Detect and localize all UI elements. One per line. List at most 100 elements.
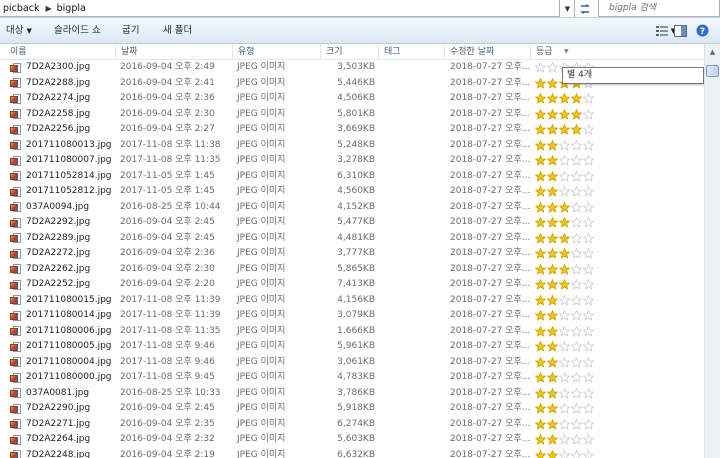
star-filled-icon[interactable] — [559, 232, 570, 244]
file-rating[interactable] — [535, 417, 595, 433]
help-button[interactable]: ? — [694, 22, 710, 39]
star-empty-icon[interactable] — [571, 232, 582, 244]
target-button[interactable]: 대상 ▼ — [6, 18, 32, 43]
file-name[interactable]: 7D2A2272.jpg — [10, 246, 90, 262]
file-name[interactable]: 7D2A2264.jpg — [10, 432, 90, 448]
star-filled-icon[interactable] — [547, 77, 558, 89]
star-filled-icon[interactable] — [547, 449, 558, 458]
new-folder-button[interactable]: 새 폴더 — [163, 18, 192, 43]
table-row[interactable]: 7D2A2258.jpg 2016-09-04 오후 2:30 JPEG 이미지 5,… — [0, 107, 704, 123]
star-empty-icon[interactable] — [583, 279, 594, 291]
star-empty-icon[interactable] — [571, 356, 582, 368]
star-filled-icon[interactable] — [535, 325, 546, 337]
column-header-date[interactable]: 날짜 — [115, 44, 232, 59]
star-filled-icon[interactable] — [535, 139, 546, 151]
star-empty-icon[interactable] — [571, 217, 582, 229]
star-empty-icon[interactable] — [559, 139, 570, 151]
table-row[interactable]: 201711080013.jpg 2017-11-08 오후 11:38 JPEG … — [0, 138, 704, 154]
star-filled-icon[interactable] — [547, 263, 558, 275]
file-name[interactable]: 7D2A2258.jpg — [10, 107, 90, 123]
file-name[interactable]: 7D2A2292.jpg — [10, 215, 90, 231]
star-filled-icon[interactable] — [535, 124, 546, 136]
table-row[interactable]: 037A0094.jpg 2016-08-25 오후 10:44 JPEG 이미지 4… — [0, 200, 704, 216]
star-empty-icon[interactable] — [583, 217, 594, 229]
star-empty-icon[interactable] — [559, 403, 570, 415]
table-row[interactable]: 7D2A2248.jpg 2016-09-04 오후 2:19 JPEG 이미지 6,… — [0, 448, 704, 458]
address-dropdown-icon[interactable]: ▼ — [561, 0, 575, 17]
star-empty-icon[interactable] — [583, 310, 594, 322]
star-filled-icon[interactable] — [535, 155, 546, 167]
star-filled-icon[interactable] — [535, 341, 546, 353]
star-empty-icon[interactable] — [535, 62, 546, 74]
file-name[interactable]: 201711080004.jpg — [10, 355, 112, 371]
breadcrumb-item-picback[interactable]: picback — [0, 3, 43, 14]
file-name[interactable]: 7D2A2290.jpg — [10, 401, 90, 417]
file-rating[interactable] — [535, 91, 595, 107]
file-rating[interactable] — [535, 339, 595, 355]
star-empty-icon[interactable] — [571, 279, 582, 291]
star-empty-icon[interactable] — [583, 186, 594, 198]
file-name[interactable]: 7D2A2300.jpg — [10, 60, 90, 76]
star-filled-icon[interactable] — [535, 170, 546, 182]
star-empty-icon[interactable] — [583, 294, 594, 306]
file-rating[interactable] — [535, 262, 595, 278]
star-empty-icon[interactable] — [571, 263, 582, 275]
star-empty-icon[interactable] — [583, 232, 594, 244]
star-filled-icon[interactable] — [547, 403, 558, 415]
file-rating[interactable] — [535, 153, 595, 169]
star-filled-icon[interactable] — [547, 108, 558, 120]
table-row[interactable]: 7D2A2271.jpg 2016-09-04 오후 2:35 JPEG 이미지 6,… — [0, 417, 704, 433]
star-empty-icon[interactable] — [571, 434, 582, 446]
star-empty-icon[interactable] — [583, 372, 594, 384]
star-filled-icon[interactable] — [547, 372, 558, 384]
file-name[interactable]: 201711080000.jpg — [10, 370, 112, 386]
file-rating[interactable] — [535, 107, 595, 123]
file-rating[interactable] — [535, 200, 595, 216]
star-filled-icon[interactable] — [559, 108, 570, 120]
star-empty-icon[interactable] — [571, 310, 582, 322]
star-filled-icon[interactable] — [535, 279, 546, 291]
table-row[interactable]: 201711052814.jpg 2017-11-05 오후 1:45 JPEG 이… — [0, 169, 704, 185]
star-empty-icon[interactable] — [583, 124, 594, 136]
star-filled-icon[interactable] — [571, 108, 582, 120]
star-empty-icon[interactable] — [559, 418, 570, 430]
file-name[interactable]: 7D2A2248.jpg — [10, 448, 90, 458]
star-filled-icon[interactable] — [547, 139, 558, 151]
star-filled-icon[interactable] — [559, 263, 570, 275]
table-row[interactable]: 7D2A2290.jpg 2016-09-04 오후 2:45 JPEG 이미지 5,… — [0, 401, 704, 417]
star-empty-icon[interactable] — [583, 418, 594, 430]
star-empty-icon[interactable] — [559, 356, 570, 368]
file-rating[interactable] — [535, 386, 595, 402]
star-filled-icon[interactable] — [535, 93, 546, 105]
column-header-modified[interactable]: 수정한 날짜 — [444, 44, 530, 59]
star-filled-icon[interactable] — [535, 294, 546, 306]
star-filled-icon[interactable] — [535, 108, 546, 120]
file-name[interactable]: 201711080014.jpg — [10, 308, 112, 324]
star-filled-icon[interactable] — [559, 217, 570, 229]
file-rating[interactable] — [535, 355, 595, 371]
star-empty-icon[interactable] — [547, 62, 558, 74]
star-filled-icon[interactable] — [547, 93, 558, 105]
star-filled-icon[interactable] — [547, 341, 558, 353]
star-filled-icon[interactable] — [535, 186, 546, 198]
file-rating[interactable] — [535, 231, 595, 247]
star-empty-icon[interactable] — [571, 201, 582, 213]
file-name[interactable]: 201711080005.jpg — [10, 339, 112, 355]
burn-button[interactable]: 굽기 — [122, 18, 139, 43]
refresh-icon[interactable] — [577, 0, 593, 17]
star-filled-icon[interactable] — [547, 418, 558, 430]
star-empty-icon[interactable] — [583, 356, 594, 368]
star-empty-icon[interactable] — [583, 449, 594, 458]
star-filled-icon[interactable] — [547, 434, 558, 446]
file-list[interactable]: 7D2A2300.jpg 2016-09-04 오후 2:49 JPEG 이미지 3,… — [0, 60, 704, 458]
star-filled-icon[interactable] — [559, 279, 570, 291]
search-box[interactable] — [598, 0, 720, 17]
column-header-type[interactable]: 유형 — [232, 44, 320, 59]
star-empty-icon[interactable] — [571, 139, 582, 151]
file-rating[interactable] — [535, 184, 595, 200]
table-row[interactable]: 201711080000.jpg 2017-11-08 오후 9:45 JPEG 이… — [0, 370, 704, 386]
scrollbar-thumb[interactable] — [706, 65, 719, 77]
star-filled-icon[interactable] — [535, 356, 546, 368]
table-row[interactable]: 7D2A2252.jpg 2016-09-04 오후 2:20 JPEG 이미지 7,… — [0, 277, 704, 293]
file-rating[interactable] — [535, 277, 595, 293]
